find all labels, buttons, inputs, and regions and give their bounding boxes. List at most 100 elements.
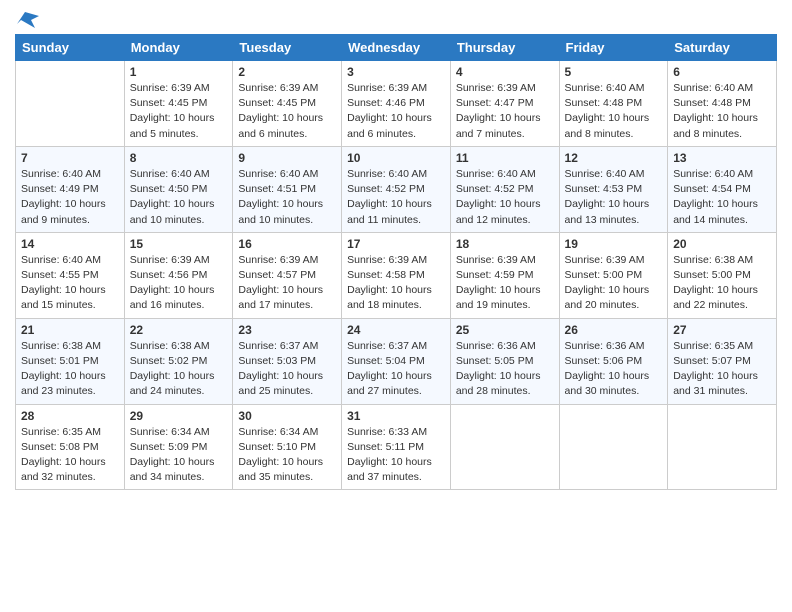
day-number: 5 (565, 65, 663, 79)
day-cell: 25Sunrise: 6:36 AMSunset: 5:05 PMDayligh… (450, 318, 559, 404)
page: SundayMondayTuesdayWednesdayThursdayFrid… (0, 0, 792, 612)
day-cell: 6Sunrise: 6:40 AMSunset: 4:48 PMDaylight… (668, 61, 777, 147)
day-cell: 15 Sunrise: 6:39 AMSunset: 4:56 PMDayligh… (124, 232, 233, 318)
week-row-4: 21 Sunrise: 6:38 AMSunset: 5:01 PMDayligh… (16, 318, 777, 404)
day-number: 17 (347, 237, 445, 251)
day-cell: 26Sunrise: 6:36 AMSunset: 5:06 PMDayligh… (559, 318, 668, 404)
day-info: Sunrise: 6:40 AMSunset: 4:48 PMDaylight:… (673, 81, 771, 142)
day-number: 22 (130, 323, 228, 337)
day-number: 13 (673, 151, 771, 165)
day-number: 4 (456, 65, 554, 79)
day-number: 25 (456, 323, 554, 337)
day-info: Sunrise: 6:40 AMSunset: 4:54 PMDaylight:… (673, 167, 771, 228)
calendar-table: SundayMondayTuesdayWednesdayThursdayFrid… (15, 34, 777, 490)
day-cell: 29Sunrise: 6:34 AMSunset: 5:09 PMDayligh… (124, 404, 233, 490)
day-info: Sunrise: 6:39 AMSunset: 4:56 PMDaylight:… (130, 253, 228, 314)
day-cell: 2 Sunrise: 6:39 AMSunset: 4:45 PMDaylight… (233, 61, 342, 147)
day-cell: 14 Sunrise: 6:40 AMSunset: 4:55 PMDayligh… (16, 232, 125, 318)
column-header-wednesday: Wednesday (342, 35, 451, 61)
day-cell: 17 Sunrise: 6:39 AMSunset: 4:58 PMDayligh… (342, 232, 451, 318)
day-info: Sunrise: 6:39 AMSunset: 4:46 PMDaylight:… (347, 81, 445, 142)
column-header-monday: Monday (124, 35, 233, 61)
day-info: Sunrise: 6:37 AMSunset: 5:04 PMDaylight:… (347, 339, 445, 400)
day-info: Sunrise: 6:39 AMSunset: 4:45 PMDaylight:… (238, 81, 336, 142)
day-cell: 7Sunrise: 6:40 AMSunset: 4:49 PMDaylight… (16, 146, 125, 232)
day-cell: 18Sunrise: 6:39 AMSunset: 4:59 PMDayligh… (450, 232, 559, 318)
day-cell: 12 Sunrise: 6:40 AMSunset: 4:53 PMDayligh… (559, 146, 668, 232)
day-number: 24 (347, 323, 445, 337)
day-number: 27 (673, 323, 771, 337)
day-number: 29 (130, 409, 228, 423)
day-number: 21 (21, 323, 119, 337)
day-number: 8 (130, 151, 228, 165)
day-number: 12 (565, 151, 663, 165)
day-number: 14 (21, 237, 119, 251)
day-info: Sunrise: 6:36 AMSunset: 5:06 PMDaylight:… (565, 339, 663, 400)
day-info: Sunrise: 6:38 AMSunset: 5:00 PMDaylight:… (673, 253, 771, 314)
day-info: Sunrise: 6:39 AMSunset: 4:58 PMDaylight:… (347, 253, 445, 314)
day-cell: 22 Sunrise: 6:38 AMSunset: 5:02 PMDayligh… (124, 318, 233, 404)
day-cell: 20Sunrise: 6:38 AMSunset: 5:00 PMDayligh… (668, 232, 777, 318)
day-cell: 30 Sunrise: 6:34 AMSunset: 5:10 PMDayligh… (233, 404, 342, 490)
calendar-header-row: SundayMondayTuesdayWednesdayThursdayFrid… (16, 35, 777, 61)
day-info: Sunrise: 6:40 AMSunset: 4:53 PMDaylight:… (565, 167, 663, 228)
day-cell: 28Sunrise: 6:35 AMSunset: 5:08 PMDayligh… (16, 404, 125, 490)
logo-bird-icon (17, 10, 39, 30)
day-cell: 24 Sunrise: 6:37 AMSunset: 5:04 PMDayligh… (342, 318, 451, 404)
day-cell: 3 Sunrise: 6:39 AMSunset: 4:46 PMDaylight… (342, 61, 451, 147)
day-info: Sunrise: 6:33 AMSunset: 5:11 PMDaylight:… (347, 425, 445, 486)
day-info: Sunrise: 6:39 AMSunset: 5:00 PMDaylight:… (565, 253, 663, 314)
day-number: 28 (21, 409, 119, 423)
day-info: Sunrise: 6:40 AMSunset: 4:55 PMDaylight:… (21, 253, 119, 314)
week-row-2: 7Sunrise: 6:40 AMSunset: 4:49 PMDaylight… (16, 146, 777, 232)
day-number: 7 (21, 151, 119, 165)
column-header-friday: Friday (559, 35, 668, 61)
day-cell (16, 61, 125, 147)
column-header-tuesday: Tuesday (233, 35, 342, 61)
column-header-thursday: Thursday (450, 35, 559, 61)
day-number: 1 (130, 65, 228, 79)
week-row-1: 1 Sunrise: 6:39 AMSunset: 4:45 PMDaylight… (16, 61, 777, 147)
day-info: Sunrise: 6:40 AMSunset: 4:52 PMDaylight:… (347, 167, 445, 228)
day-number: 23 (238, 323, 336, 337)
day-number: 30 (238, 409, 336, 423)
week-row-5: 28Sunrise: 6:35 AMSunset: 5:08 PMDayligh… (16, 404, 777, 490)
day-cell: 8 Sunrise: 6:40 AMSunset: 4:50 PMDaylight… (124, 146, 233, 232)
day-number: 31 (347, 409, 445, 423)
day-cell: 27Sunrise: 6:35 AMSunset: 5:07 PMDayligh… (668, 318, 777, 404)
day-info: Sunrise: 6:40 AMSunset: 4:48 PMDaylight:… (565, 81, 663, 142)
day-number: 19 (565, 237, 663, 251)
day-number: 10 (347, 151, 445, 165)
day-info: Sunrise: 6:37 AMSunset: 5:03 PMDaylight:… (238, 339, 336, 400)
day-info: Sunrise: 6:40 AMSunset: 4:50 PMDaylight:… (130, 167, 228, 228)
day-cell (559, 404, 668, 490)
day-number: 9 (238, 151, 336, 165)
header (15, 10, 777, 26)
day-cell: 10 Sunrise: 6:40 AMSunset: 4:52 PMDayligh… (342, 146, 451, 232)
day-number: 3 (347, 65, 445, 79)
day-info: Sunrise: 6:34 AMSunset: 5:10 PMDaylight:… (238, 425, 336, 486)
column-header-sunday: Sunday (16, 35, 125, 61)
day-cell: 4Sunrise: 6:39 AMSunset: 4:47 PMDaylight… (450, 61, 559, 147)
day-info: Sunrise: 6:38 AMSunset: 5:02 PMDaylight:… (130, 339, 228, 400)
day-cell: 31 Sunrise: 6:33 AMSunset: 5:11 PMDayligh… (342, 404, 451, 490)
day-info: Sunrise: 6:39 AMSunset: 4:59 PMDaylight:… (456, 253, 554, 314)
day-cell: 21 Sunrise: 6:38 AMSunset: 5:01 PMDayligh… (16, 318, 125, 404)
day-cell: 13 Sunrise: 6:40 AMSunset: 4:54 PMDayligh… (668, 146, 777, 232)
day-info: Sunrise: 6:40 AMSunset: 4:51 PMDaylight:… (238, 167, 336, 228)
day-cell: 16Sunrise: 6:39 AMSunset: 4:57 PMDayligh… (233, 232, 342, 318)
day-info: Sunrise: 6:40 AMSunset: 4:52 PMDaylight:… (456, 167, 554, 228)
day-info: Sunrise: 6:39 AMSunset: 4:45 PMDaylight:… (130, 81, 228, 142)
week-row-3: 14 Sunrise: 6:40 AMSunset: 4:55 PMDayligh… (16, 232, 777, 318)
day-cell: 23 Sunrise: 6:37 AMSunset: 5:03 PMDayligh… (233, 318, 342, 404)
day-number: 11 (456, 151, 554, 165)
day-number: 2 (238, 65, 336, 79)
day-cell: 19 Sunrise: 6:39 AMSunset: 5:00 PMDayligh… (559, 232, 668, 318)
day-cell: 5 Sunrise: 6:40 AMSunset: 4:48 PMDaylight… (559, 61, 668, 147)
logo (15, 10, 39, 26)
day-cell: 1 Sunrise: 6:39 AMSunset: 4:45 PMDaylight… (124, 61, 233, 147)
day-number: 16 (238, 237, 336, 251)
day-info: Sunrise: 6:38 AMSunset: 5:01 PMDaylight:… (21, 339, 119, 400)
day-cell (450, 404, 559, 490)
day-number: 15 (130, 237, 228, 251)
